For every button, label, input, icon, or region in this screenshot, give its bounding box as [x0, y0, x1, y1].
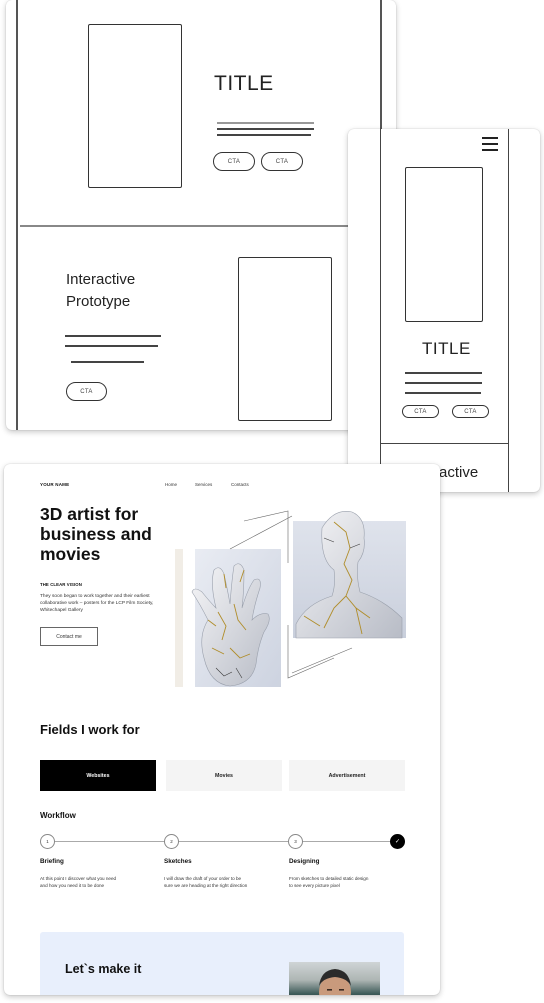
hero-artwork — [175, 510, 406, 687]
workflow-step-description: I will draw the draft of your order to b… — [164, 876, 248, 888]
nav-link-services[interactable]: Services — [195, 482, 212, 487]
hero-title: 3D artist for business and movies — [40, 504, 152, 564]
section-image-placeholder — [238, 257, 332, 421]
section-heading-line1: Interactive — [66, 271, 136, 288]
mobile-left-margin-line — [380, 129, 382, 492]
banner-title: Let`s make it — [65, 962, 142, 976]
website-mockup-card: YOUR NAME Home Services Contacts 3D arti… — [4, 464, 440, 995]
hero-title: TITLE — [214, 72, 274, 95]
text-line-placeholder — [65, 335, 161, 337]
workflow-section-title: Workflow — [40, 811, 76, 820]
section-heading: Interactive Prototype — [66, 269, 135, 313]
cta-button[interactable]: CTA — [402, 405, 439, 418]
workflow-step-title: Briefing — [40, 858, 64, 865]
hero-description: They soon began to work together and the… — [40, 594, 154, 613]
contact-banner: Let`s make it — [40, 932, 404, 995]
field-tab-movies[interactable]: Movies — [166, 760, 282, 791]
workflow-step-1-marker: 1 — [40, 834, 55, 849]
text-line-placeholder — [65, 345, 158, 347]
text-line-placeholder — [405, 382, 482, 384]
section-heading-line2: Prototype — [66, 293, 131, 310]
workflow-step-description: From sketches to detailed static design … — [289, 876, 369, 888]
hero-image-placeholder — [88, 24, 182, 188]
cta-button[interactable]: CTA — [452, 405, 489, 418]
text-line-placeholder — [217, 122, 314, 124]
checkmark-icon: ✓ — [390, 834, 405, 849]
field-tab-advertisement[interactable]: Advertisement — [289, 760, 405, 791]
nav-link-contacts[interactable]: Contacts — [231, 482, 249, 487]
workflow-step-title: Sketches — [164, 858, 192, 865]
section-divider — [380, 443, 509, 445]
cta-button[interactable]: CTA — [213, 152, 255, 171]
mobile-right-margin-line — [508, 129, 510, 492]
text-line-placeholder — [71, 361, 144, 363]
nav-link-home[interactable]: Home — [165, 482, 177, 487]
workflow-progress-track — [48, 841, 398, 842]
decor-strip — [175, 549, 183, 687]
field-tab-websites[interactable]: Websites — [40, 760, 156, 791]
portrait-photo — [289, 962, 380, 995]
text-line-placeholder — [217, 134, 311, 136]
text-line-placeholder — [217, 128, 314, 130]
hero-title: TITLE — [422, 339, 471, 358]
cta-button[interactable]: CTA — [261, 152, 303, 171]
hamburger-menu-icon[interactable] — [482, 137, 498, 151]
cta-button[interactable]: CTA — [66, 382, 107, 401]
contact-me-button[interactable]: Contact me — [40, 627, 98, 646]
text-line-placeholder — [405, 392, 481, 394]
mobile-wireframe-card: TITLE CTA CTA Interactive — [348, 129, 540, 492]
text-line-placeholder — [405, 372, 482, 374]
workflow-step-title: Designing — [289, 858, 320, 865]
workflow-step-description: At this point I discover what you need a… — [40, 876, 117, 888]
fields-section-title: Fields I work for — [40, 722, 140, 737]
section-divider — [20, 225, 382, 227]
desktop-wireframe-card: TITLE CTA CTA Interactive Prototype CTA — [6, 0, 396, 430]
wireframe-left-margin-line — [16, 0, 18, 430]
site-logo[interactable]: YOUR NAME — [40, 482, 69, 487]
hero-image-placeholder — [405, 167, 483, 322]
workflow-step-3-marker: 3 — [288, 834, 303, 849]
person-icon — [319, 969, 351, 995]
hero-eyebrow: THE CLEAR VISION — [40, 582, 82, 587]
workflow-step-2-marker: 2 — [164, 834, 179, 849]
